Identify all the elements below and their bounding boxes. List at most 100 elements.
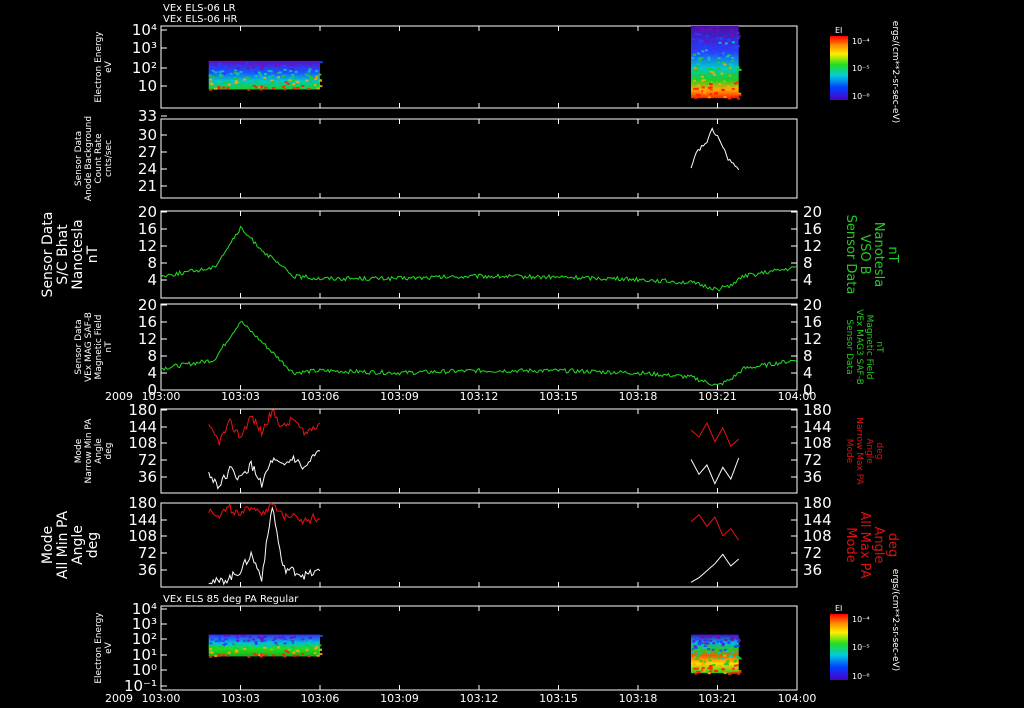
heatmap-cell [707,58,711,61]
y-tick-label: 20 [138,296,157,314]
heatmap-cell [226,654,230,657]
x-tick-label: 103:18 [619,390,658,403]
heatmap-cell [223,634,227,637]
heatmap-cell [709,666,713,669]
heatmap-cell [286,651,290,654]
heatmap-cell [318,644,322,647]
heatmap-cell [263,646,267,649]
heatmap-cell [221,68,225,71]
heatmap-cell [274,70,278,73]
heatmap-cell [271,649,275,652]
heatmap-cell [695,87,699,90]
y-tick-label: 10³ [132,39,157,57]
colorbar-tick-label: 10⁻⁵ [852,64,870,73]
heatmap-cell [319,61,323,64]
heatmap-cell [723,672,727,675]
heatmap-cell [292,654,296,657]
series-line [208,450,321,490]
panel-title: VEx ELS 85 deg PA Regular [163,594,299,605]
heatmap-cell [308,636,312,639]
left-axis-label: eV [104,641,114,654]
heatmap-cell [282,653,286,656]
left-axis-label: Count Rate [94,133,104,184]
heatmap-cell [245,61,249,64]
left-axis-label: nT [104,341,114,353]
heatmap-cell [239,70,243,73]
heatmap-cell [296,654,300,657]
heatmap-cell [218,66,222,69]
heatmap-cell [292,83,296,86]
left-axis-label: S/C Bhat [55,224,71,285]
right-axis-label: VSO B [857,234,872,274]
right-axis-label: Mode [844,439,854,464]
heatmap-cell [263,635,267,638]
colorbar-tick-label: 10⁻⁶ [852,92,870,101]
x-tick-label: 104:00 [778,390,817,403]
series-line [690,127,740,171]
heatmap-cell [729,655,733,658]
heatmap-cell [308,63,312,66]
series-line [690,513,740,541]
heatmap-cell [238,651,242,654]
y-tick-label-right: 72 [803,544,822,562]
heatmap-cell [233,646,237,649]
heatmap-cell [294,642,298,645]
heatmap-cell [304,73,308,76]
heatmap-cell [731,30,735,33]
heatmap-cell [236,64,240,67]
x-tick-label: 103:21 [698,390,737,403]
heatmap-cell [731,88,735,91]
heatmap-cell [259,645,263,648]
y-tick-label: 36 [138,468,157,486]
heatmap-cell [284,638,288,641]
heatmap-cell [248,636,252,639]
heatmap-cell [267,69,271,72]
heatmap-cell [720,659,724,662]
heatmap-cell [731,671,735,674]
heatmap-cell [257,62,261,65]
left-axis-label: nT [85,245,101,263]
heatmap-cell [218,70,222,73]
heatmap-cell [721,657,725,660]
heatmap-cell [731,56,735,59]
heatmap-cell [282,645,286,648]
heatmap-cell [708,656,712,659]
y-tick-label: 20 [138,203,157,221]
heatmap-cell [282,74,286,77]
heatmap-cell [247,639,251,642]
heatmap-cell [264,644,268,647]
heatmap-cell [717,651,721,654]
heatmap-cell [725,650,729,653]
heatmap-cell [209,78,213,81]
heatmap-cell [718,665,722,668]
left-axis-label: deg [85,532,101,558]
heatmap-cell [237,78,241,81]
heatmap-cell [319,634,323,637]
heatmap-cell [734,45,738,48]
heatmap-cell [251,638,255,641]
heatmap-cell [210,651,214,654]
heatmap-cell [708,67,712,70]
heatmap-cell [701,50,705,53]
x-year-label: 2009 [105,390,133,403]
heatmap-cell [257,636,261,639]
panel-frame [160,118,798,199]
heatmap-cell [694,97,698,100]
right-axis-label: nT [885,246,900,262]
heatmap-cell [254,71,258,74]
heatmap-cell [718,642,722,645]
heatmap-cell [307,87,311,90]
heatmap-cell [699,73,703,76]
heatmap-cell [271,81,275,84]
series-line [160,225,798,292]
heatmap-cell [697,57,701,60]
heatmap-cell [236,637,240,640]
heatmap-cell [729,64,733,67]
left-axis-label: eV [104,60,114,73]
right-axis-label: VEx MAG3 SAF-B [854,309,864,385]
left-axis-label: Magnetic Field [94,315,104,380]
heatmap-cell [210,66,214,69]
y-tick-label: 72 [138,451,157,469]
heatmap-cell [291,73,295,76]
heatmap-cell [734,644,738,647]
